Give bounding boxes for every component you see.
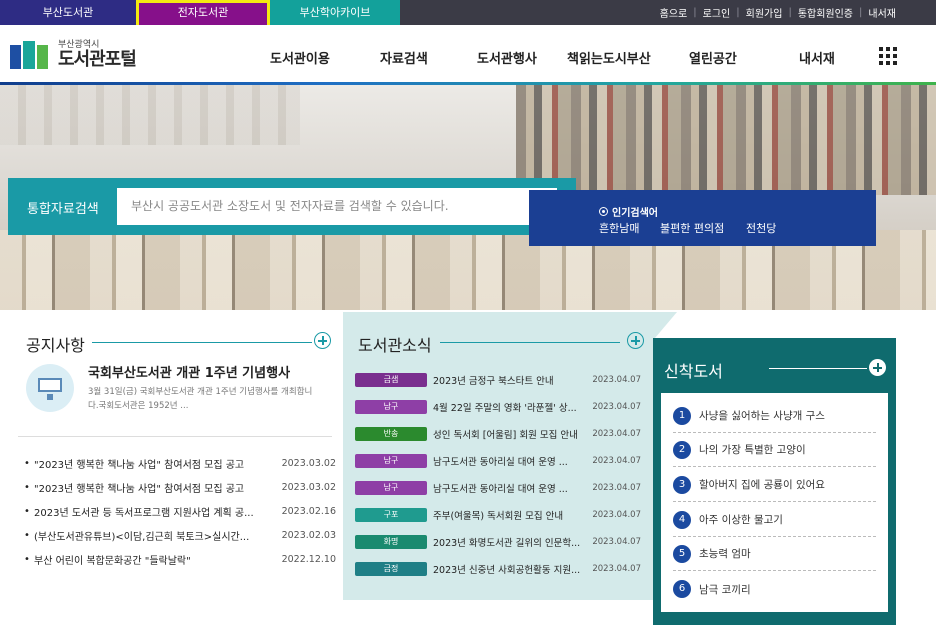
logo-mark-icon <box>10 41 50 69</box>
news-item[interactable]: 반송 성인 독서회 [어울림] 회원 모집 안내 2023.04.07 <box>355 420 641 447</box>
new-book-item[interactable]: 4 아주 이상한 물고기 <box>673 503 876 537</box>
popular-keyword-3[interactable]: 전천당 <box>746 220 776 236</box>
rank-badge: 5 <box>673 544 691 563</box>
news-item[interactable]: 남구 남구도서관 동아리실 대여 운영 ... 2023.04.07 <box>355 447 641 474</box>
home-link[interactable]: 홈으로 <box>660 5 688 20</box>
integrated-search: 통합자료검색 부산시 공공도서관 소장도서 및 전자자료를 검색할 수 있습니다… <box>8 178 576 235</box>
logo[interactable]: 부산광역시 도서관포털 <box>10 40 137 70</box>
popular-keywords: 인기검색어 흔한남매 불편한 편의점 전천당 <box>529 190 876 246</box>
library-news-panel: 도서관소식 금샘 2023년 금정구 북스타트 안내 2023.04.07 남구… <box>343 312 655 600</box>
utility-links: 홈으로 | 로그인 | 회원가입 | 통합회원인증 | 내서재 <box>659 5 896 20</box>
popular-keyword-2[interactable]: 불편한 편의점 <box>660 220 724 236</box>
notice-item[interactable]: • (부산도서관유튜브)<이담,김근희 북토크>실시간... 2023.02.0… <box>24 523 336 547</box>
search-label: 통합자료검색 <box>27 202 99 217</box>
rank-badge: 3 <box>673 475 691 494</box>
news-title: 도서관소식 <box>358 336 432 355</box>
login-link[interactable]: 로그인 <box>703 5 731 20</box>
news-item[interactable]: 금정 2023년 신중년 사회공헌활동 지원... 2023.04.07 <box>355 555 641 582</box>
library-tag: 화명 <box>355 534 427 549</box>
new-books-panel: 신착도서 1 사냥을 싫어하는 사냥개 구스 2 나의 가장 특별한 고양이 3… <box>653 338 896 625</box>
new-books-list: 1 사냥을 싫어하는 사냥개 구스 2 나의 가장 특별한 고양이 3 할아버지… <box>661 393 888 612</box>
gnb-library-use[interactable]: 도서관이용 <box>270 48 330 67</box>
logo-title: 도서관포털 <box>58 49 137 70</box>
tab-busan-archive[interactable]: 부산학아카이브 <box>270 0 400 25</box>
my-library-link[interactable]: 내서재 <box>868 5 896 20</box>
new-book-item[interactable]: 1 사냥을 싫어하는 사냥개 구스 <box>673 399 876 433</box>
popular-keyword-1[interactable]: 흔한남매 <box>599 220 639 236</box>
search-input[interactable]: 부산시 공공도서관 소장도서 및 전자자료를 검색할 수 있습니다. <box>117 188 557 225</box>
gnb-reading-city[interactable]: 책읽는도시부산 <box>567 48 651 67</box>
library-tag: 남구 <box>355 399 427 414</box>
new-book-item[interactable]: 3 할아버지 집에 공룡이 있어요 <box>673 468 876 502</box>
news-item[interactable]: 구포 주부(여울목) 독서회원 모집 안내 2023.04.07 <box>355 501 641 528</box>
news-item[interactable]: 남구 남구도서관 동아리실 대여 운영 ... 2023.04.07 <box>355 474 641 501</box>
popular-title: 인기검색어 <box>612 208 658 219</box>
news-item[interactable]: 금샘 2023년 금정구 북스타트 안내 2023.04.07 <box>355 366 641 393</box>
gnb-open-space[interactable]: 열린공간 <box>689 48 737 67</box>
notice-more-plus-icon[interactable] <box>314 332 331 349</box>
news-item[interactable]: 화명 2023년 화명도서관 길위의 인문학... 2023.04.07 <box>355 528 641 555</box>
rank-badge: 1 <box>673 406 691 425</box>
news-more-plus-icon[interactable] <box>627 332 644 349</box>
new-book-item[interactable]: 2 나의 가장 특별한 고양이 <box>673 433 876 467</box>
rank-badge: 2 <box>673 440 691 459</box>
rank-badge: 6 <box>673 580 691 598</box>
library-tag: 구포 <box>355 507 427 522</box>
monitor-icon <box>26 364 74 412</box>
new-books-more-plus-icon[interactable] <box>869 359 886 376</box>
target-icon <box>599 207 608 216</box>
notice-item[interactable]: • 2023년 도서관 등 독서프로그램 지원사업 계획 공... 2023.0… <box>24 499 336 523</box>
gnb-events[interactable]: 도서관행사 <box>477 48 537 67</box>
top-bar: 부산도서관 전자도서관 부산학아카이브 홈으로 | 로그인 | 회원가입 | 통합회원… <box>0 0 936 35</box>
library-tag: 금샘 <box>355 372 427 387</box>
signup-link[interactable]: 회원가입 <box>746 5 783 20</box>
header: 부산광역시 도서관포털 <box>0 25 936 83</box>
member-auth-link[interactable]: 통합회원인증 <box>798 5 853 20</box>
new-book-item[interactable]: 6 남극 코끼리 <box>673 572 876 606</box>
rank-badge: 4 <box>673 510 691 529</box>
notice-item[interactable]: • "2023년 행복한 책나눔 사업" 참여서점 모집 공고 2023.03.… <box>24 475 336 499</box>
notice-item[interactable]: • "2023년 행복한 책나눔 사업" 참여서점 모집 공고 2023.03.… <box>24 451 336 475</box>
news-item[interactable]: 남구 4월 22일 주말의 영화 '라푼젤' 상... 2023.04.07 <box>355 393 641 420</box>
notice-item[interactable]: • 부산 어린이 복합문화공간 "들락날락" 2022.12.10 <box>24 547 336 571</box>
notice-panel: 공지사항 국회부산도서관 개관 1주년 기념행사 3월 31일(금) 국회부산도… <box>8 312 342 622</box>
new-book-item[interactable]: 5 초능력 엄마 <box>673 537 876 571</box>
library-tag: 반송 <box>355 426 427 441</box>
library-tag: 남구 <box>355 453 427 468</box>
all-menu-grid-icon[interactable] <box>879 47 897 65</box>
new-books-title: 신착도서 <box>664 362 723 381</box>
gnb-my-library[interactable]: 내서재 <box>799 48 835 67</box>
featured-notice-desc: 3월 31일(금) 국회부산도서관 개관 1주년 기념행사를 개최합니다.국회도… <box>88 387 313 411</box>
library-tag: 금정 <box>355 561 427 576</box>
library-tag: 남구 <box>355 480 427 495</box>
notice-title: 공지사항 <box>26 336 85 355</box>
featured-notice-title[interactable]: 국회부산도서관 개관 1주년 기념행사 <box>88 362 290 381</box>
gnb-search[interactable]: 자료검색 <box>380 48 428 67</box>
tab-busan-library[interactable]: 부산도서관 <box>0 0 136 25</box>
